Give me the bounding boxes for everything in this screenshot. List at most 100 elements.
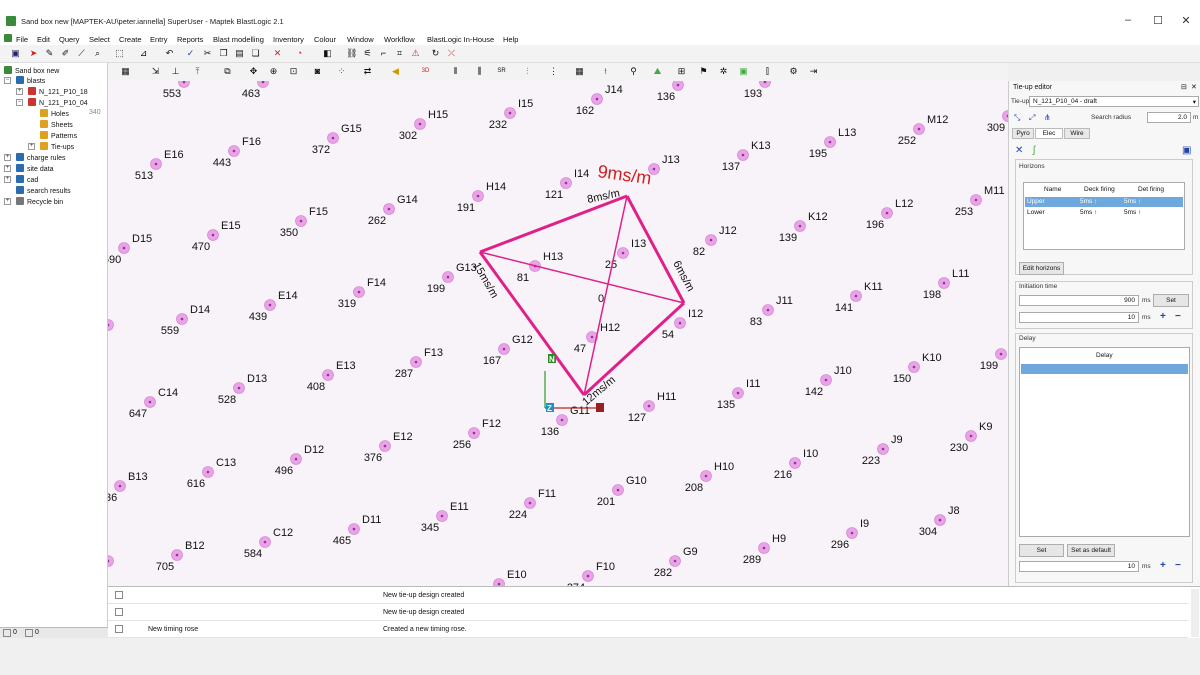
z-axis-icon[interactable]: ⤒ [192, 66, 203, 77]
paste-icon[interactable]: ▤ [234, 48, 245, 59]
expander-tieups[interactable]: + [28, 143, 35, 150]
terrain-icon[interactable]: ⛰ [652, 66, 663, 77]
menu-workflow[interactable]: Workflow [384, 35, 415, 44]
log-row[interactable]: New timing rose Created a new timing rose… [108, 621, 1188, 638]
set-delay-button[interactable]: Set [1019, 544, 1064, 557]
split-view-icon[interactable]: ⫿ [762, 66, 773, 77]
axis-icon[interactable]: ⊥ [170, 66, 181, 77]
tree-item-blast1[interactable]: N_121_P10_18 [28, 87, 88, 96]
crop-icon[interactable]: ⌗ [394, 48, 405, 59]
tool-icon[interactable]: ⤡ [1014, 113, 1020, 123]
tree-item-blasts[interactable]: blasts [16, 76, 45, 85]
export-icon[interactable]: ⇥ [808, 66, 819, 77]
layer-icon[interactable]: ◧ [322, 48, 333, 59]
zoom-fit-icon[interactable]: ⊡ [288, 66, 299, 77]
plus-icon[interactable]: + [1160, 560, 1166, 571]
cut-icon[interactable]: ✂ [202, 48, 213, 59]
star-icon[interactable]: ✲ [718, 66, 729, 77]
menu-entry[interactable]: Entry [150, 35, 168, 44]
initiation-time-input[interactable]: 900 [1019, 295, 1139, 306]
frame-icon[interactable]: ⧉ [222, 66, 233, 77]
delay-step-input[interactable]: 10 [1019, 561, 1139, 572]
select-pointer-icon[interactable]: ➤ [28, 48, 39, 59]
close-panel-icon[interactable]: ✕ [1191, 83, 1197, 91]
tree-item-search-results[interactable]: search results [16, 186, 71, 195]
delete-icon[interactable]: ✕ [272, 48, 283, 59]
table-grid-icon[interactable]: ▦ [574, 66, 585, 77]
tree-item-site-data[interactable]: site data [16, 164, 53, 173]
tab-elec[interactable]: Elec [1035, 128, 1063, 139]
expander-blast1[interactable]: + [16, 88, 23, 95]
log-row[interactable]: New tie-up design created [108, 587, 1188, 604]
menu-inventory[interactable]: Inventory [273, 35, 304, 44]
ruler-icon[interactable]: ⊞ [676, 66, 687, 77]
edit-icon[interactable]: ✐ [60, 48, 71, 59]
expander-blast2[interactable]: − [16, 99, 23, 106]
menu-edit[interactable]: Edit [37, 35, 50, 44]
person-icon[interactable]: ⚲ [628, 66, 639, 77]
maximize-icon[interactable]: ☐ [1148, 14, 1168, 27]
3d-icon[interactable]: 3D [420, 66, 431, 77]
col-name[interactable]: Name [1044, 186, 1061, 193]
share-icon[interactable]: ⋔ [1044, 113, 1051, 122]
camera-icon[interactable]: ◙ [312, 66, 323, 77]
search-radius-input[interactable]: 2.0 [1147, 112, 1191, 123]
copy-icon[interactable]: ❐ [218, 48, 229, 59]
minus-icon[interactable]: − [1175, 560, 1181, 571]
link-icon[interactable]: ⛓ [346, 48, 357, 59]
tree-item-recycle-bin[interactable]: Recycle bin [16, 197, 63, 206]
expander-site-data[interactable]: + [4, 165, 11, 172]
menu-help[interactable]: Help [503, 35, 518, 44]
select-box-icon[interactable]: ⬚ [114, 48, 125, 59]
open-icon[interactable]: ▣ [10, 48, 21, 59]
menu-colour[interactable]: Colour [314, 35, 336, 44]
measure-icon[interactable]: ⟋ [76, 48, 87, 59]
wire-icon[interactable]: ʃ [1033, 145, 1035, 156]
timing-rose[interactable]: 8ms/m15ms/m 6ms/m12ms/m09ms/m [470, 161, 696, 408]
close-icon[interactable]: ✕ [1176, 14, 1196, 27]
log-row[interactable]: New tie-up design created [108, 604, 1188, 621]
tree-item-charge-rules[interactable]: charge rules [16, 153, 66, 162]
expander-charge-rules[interactable]: + [4, 154, 11, 161]
timing-icon[interactable]: ◔ [294, 48, 305, 59]
expander-cad[interactable]: + [4, 176, 11, 183]
row-name[interactable]: Lower [1027, 209, 1045, 216]
settings-icon[interactable]: ⚙ [788, 66, 799, 77]
light-icon[interactable]: ◀ [390, 66, 401, 77]
menu-reports[interactable]: Reports [177, 35, 203, 44]
split-icon[interactable]: ⚟ [362, 48, 373, 59]
sr-icon[interactable]: SR [496, 66, 507, 77]
col-deck-firing[interactable]: Deck firing [1084, 186, 1115, 193]
tree-item-patterns[interactable]: Patterns [40, 131, 77, 140]
selected-row[interactable] [1025, 197, 1183, 207]
check-icon[interactable]: ✓ [185, 48, 196, 59]
menu-create[interactable]: Create [119, 35, 142, 44]
viewport-3d[interactable]: E17553463I15232J14162136193E16513F16443G… [108, 81, 1008, 586]
minimize-icon[interactable]: – [1118, 14, 1138, 26]
align-icon[interactable]: ⫶ [522, 66, 533, 77]
menu-file[interactable]: File [16, 35, 28, 44]
tab-wire[interactable]: Wire [1064, 128, 1090, 139]
undo-icon[interactable]: ↶ [164, 48, 175, 59]
pan-icon[interactable]: ✥ [248, 66, 259, 77]
menu-window[interactable]: Window [347, 35, 374, 44]
tab-pyro[interactable]: Pyro [1012, 128, 1034, 139]
log-scrollbar[interactable] [1191, 589, 1199, 637]
menu-query[interactable]: Query [59, 35, 79, 44]
expander-recycle-bin[interactable]: + [4, 198, 11, 205]
break-icon[interactable]: ⤫ [446, 48, 457, 59]
section-icon[interactable]: ⫴ [450, 66, 461, 77]
pin-icon[interactable]: ⊟ [1181, 83, 1187, 91]
zoom-in-icon[interactable]: ⊕ [268, 66, 279, 77]
view-icon[interactable]: ▦ [120, 66, 131, 77]
grid-icon[interactable]: ⁘ [336, 66, 347, 77]
tree-root[interactable]: Sand box new [4, 66, 59, 75]
move-icon[interactable]: ⇲ [150, 66, 161, 77]
initiation-step-input[interactable]: 10 [1019, 312, 1139, 323]
menu-select[interactable]: Select [89, 35, 110, 44]
set-initiation-button[interactable]: Set [1153, 294, 1189, 307]
draw-icon[interactable]: ✎ [44, 48, 55, 59]
zoom-icon[interactable]: ⌕ [92, 48, 103, 59]
blast-hole-map[interactable]: E17553463I15232J14162136193E16513F16443G… [108, 81, 1008, 586]
rotate-icon[interactable]: ↻ [430, 48, 441, 59]
